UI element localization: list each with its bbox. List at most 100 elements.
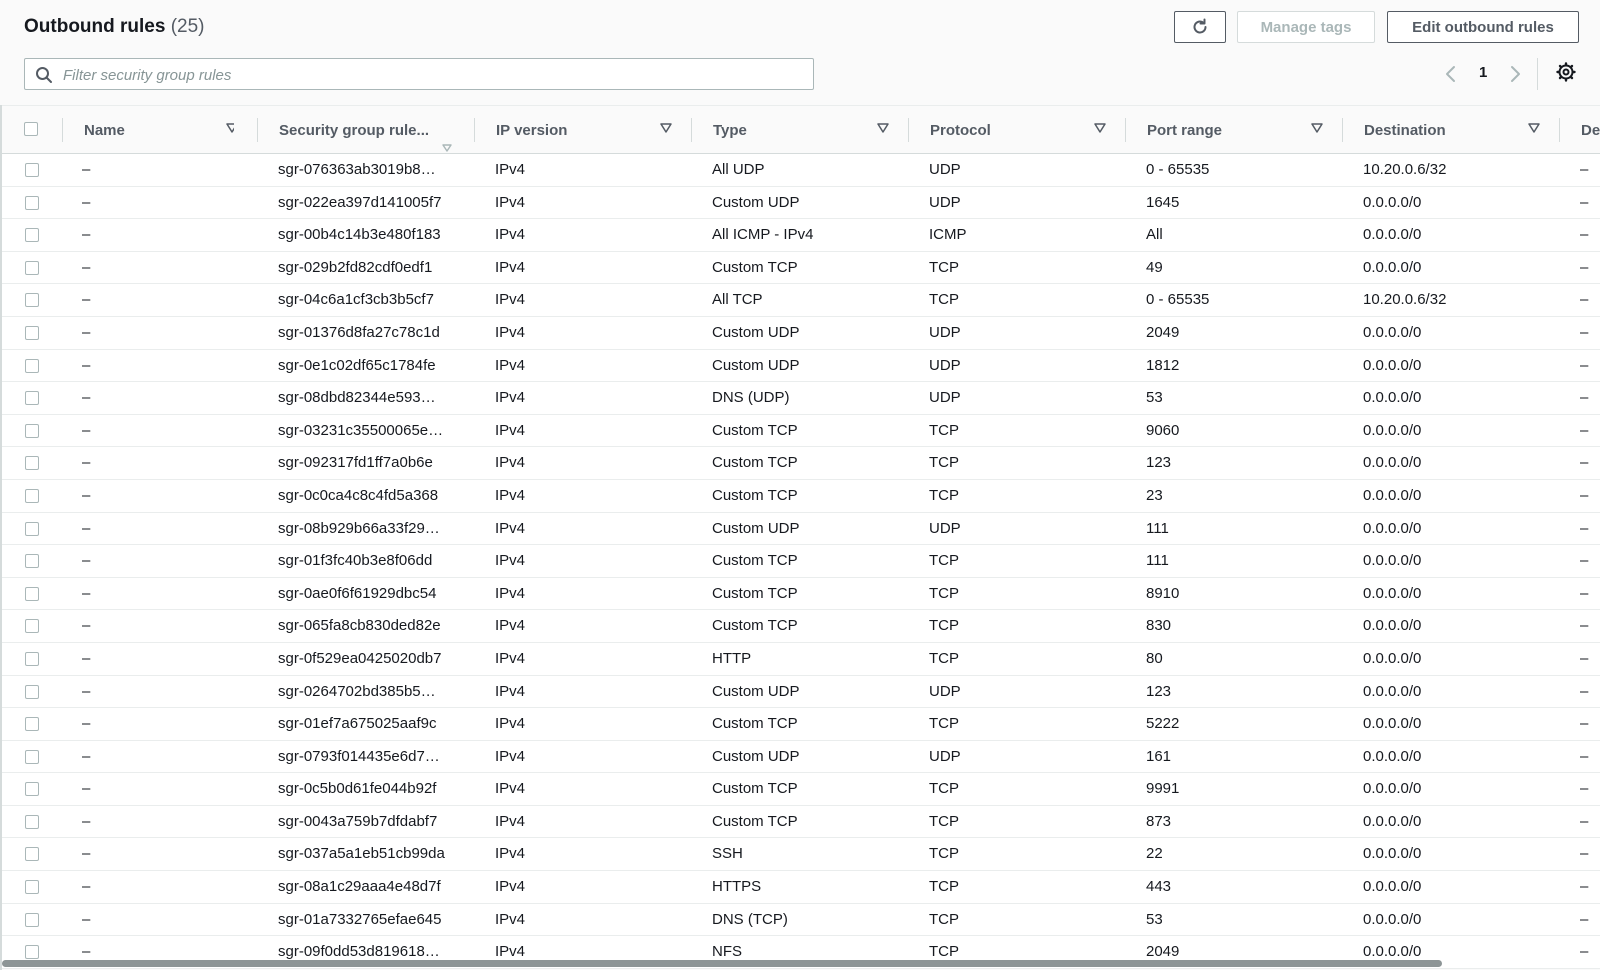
column-header-ip-version[interactable]: IP version <box>496 106 681 154</box>
table-row[interactable]: – sgr-029b2fd82cdf0edf1 IPv4 Custom TCP TCP 4… <box>2 251 1600 285</box>
table-row[interactable]: – sgr-08dbd82344e593… IPv4 DNS (UDP) UDP 53 0.… <box>2 382 1600 415</box>
row-checkbox[interactable] <box>25 358 39 373</box>
table-row[interactable]: – sgr-04c6a1cf3cb3b5cf7 IPv4 All TCP TCP 0 - … <box>2 284 1600 317</box>
row-checkbox[interactable] <box>25 945 39 960</box>
row-checkbox[interactable] <box>25 554 39 569</box>
row-checkbox[interactable] <box>25 325 39 340</box>
cell-name: – <box>82 421 91 439</box>
table-row[interactable]: – sgr-08a1c29aaa4e48d7f IPv4 HTTPS TCP 443 0.0… <box>2 871 1600 904</box>
row-checkbox[interactable] <box>25 880 39 895</box>
cell-description: – <box>1580 747 1589 765</box>
cell-type: Custom TCP <box>712 584 798 602</box>
table-row[interactable]: – sgr-0f529ea0425020db7 IPv4 HTTP TCP 80 0.0.0… <box>2 642 1600 676</box>
column-label: Security group rule... <box>279 121 430 139</box>
row-checkbox[interactable] <box>25 521 39 536</box>
cell-description: – <box>1580 454 1589 472</box>
row-checkbox[interactable] <box>25 651 39 666</box>
cell-protocol: TCP <box>929 812 959 830</box>
column-header-type[interactable]: Type <box>713 106 898 154</box>
caret-down-icon <box>660 123 672 133</box>
cell-ip-version: IPv4 <box>495 193 526 211</box>
cell-name: – <box>82 617 91 635</box>
column-header-rule-id[interactable]: Security group rule... <box>279 106 469 154</box>
row-checkbox[interactable] <box>25 228 39 243</box>
cell-type: All UDP <box>712 161 765 178</box>
row-checkbox[interactable] <box>25 619 39 634</box>
row-checkbox[interactable] <box>25 749 39 764</box>
table-row[interactable]: – sgr-08b929b66a33f29… IPv4 Custom UDP UDP 11… <box>2 512 1600 546</box>
row-checkbox[interactable] <box>25 195 39 210</box>
cell-description: – <box>1580 649 1589 667</box>
horizontal-scrollbar[interactable] <box>2 960 1442 967</box>
cell-type: HTTP <box>712 649 752 667</box>
cell-protocol: TCP <box>929 910 959 928</box>
cell-rule-id: sgr-0c5b0d61fe044b92f <box>278 780 437 798</box>
table-row[interactable]: – sgr-0e1c02df65c1784fe IPv4 Custom UDP UDP 1… <box>2 349 1600 383</box>
cell-port-range: 53 <box>1146 910 1163 928</box>
cell-destination: 0.0.0.0/0 <box>1363 910 1422 928</box>
chevron-right-icon[interactable] <box>1508 65 1522 83</box>
table-row[interactable]: – sgr-0043a759b7dfdabf7 IPv4 Custom TCP TCP 8… <box>2 805 1600 839</box>
cell-destination: 0.0.0.0/0 <box>1363 356 1422 374</box>
row-checkbox[interactable] <box>25 423 39 438</box>
cell-destination: 0.0.0.0/0 <box>1363 747 1422 765</box>
cell-type: Custom UDP <box>712 323 800 341</box>
table-row[interactable]: – sgr-01ef7a675025aaf9c IPv4 Custom TCP TCP 5… <box>2 708 1600 741</box>
table-row[interactable]: – sgr-0c0ca4c8c4fd5a368 IPv4 Custom TCP TCP 2… <box>2 479 1600 513</box>
row-checkbox[interactable] <box>25 163 39 177</box>
table-row[interactable]: – sgr-037a5a1eb51cb99da IPv4 SSH TCP 22 0.0.0.… <box>2 838 1600 872</box>
row-checkbox[interactable] <box>25 260 39 275</box>
current-page[interactable]: 1 <box>1479 64 1487 81</box>
table-row[interactable]: – sgr-03231c35500065e… IPv4 Custom TCP TCP 90… <box>2 414 1600 448</box>
gear-icon[interactable] <box>1556 62 1576 82</box>
column-header-protocol[interactable]: Protocol <box>930 106 1115 154</box>
manage-tags-button[interactable]: Manage tags <box>1237 11 1375 43</box>
table-row[interactable]: – sgr-0264702bd385b5… IPv4 Custom UDP UDP 123… <box>2 675 1600 709</box>
table-row[interactable]: – sgr-0ae0f6f61929dbc54 IPv4 Custom TCP TCP 8… <box>2 577 1600 611</box>
edit-outbound-rules-button[interactable]: Edit outbound rules <box>1387 11 1579 43</box>
row-checkbox[interactable] <box>25 456 39 471</box>
filter-input[interactable] <box>61 63 805 87</box>
column-header-port-range[interactable]: Port range <box>1147 106 1332 154</box>
table-row[interactable]: – sgr-01a7332765efae645 IPv4 DNS (TCP) TCP 53… <box>2 903 1600 937</box>
cell-rule-id: sgr-065fa8cb830ded82e <box>278 617 441 635</box>
row-checkbox[interactable] <box>25 586 39 601</box>
chevron-left-icon[interactable] <box>1444 65 1458 83</box>
row-checkbox[interactable] <box>25 782 39 797</box>
table-row[interactable]: – sgr-00b4c14b3e480f183 IPv4 All ICMP - IPv… <box>2 219 1600 252</box>
row-checkbox[interactable] <box>25 488 39 503</box>
row-checkbox[interactable] <box>25 912 39 927</box>
column-header-name[interactable]: Name <box>84 106 234 154</box>
cell-port-range: 9060 <box>1146 421 1180 439</box>
cell-destination: 0.0.0.0/0 <box>1363 812 1422 830</box>
cell-ip-version: IPv4 <box>495 715 526 733</box>
table-row[interactable]: – sgr-022ea397d141005f7 IPv4 Custom UDP UDP 1… <box>2 186 1600 220</box>
table-row[interactable]: – sgr-01f3fc40b3e8f06dd IPv4 Custom TCP TCP 1… <box>2 545 1600 578</box>
column-header-destination[interactable]: Destination <box>1364 106 1549 154</box>
table-row[interactable]: – sgr-092317fd1ff7a0b6e IPv4 Custom TCP TCP 1… <box>2 447 1600 480</box>
pager-divider <box>1537 58 1538 90</box>
row-checkbox[interactable] <box>25 847 39 862</box>
cell-port-range: 1812 <box>1146 356 1180 374</box>
column-header-description[interactable]: De <box>1581 106 1600 154</box>
row-checkbox[interactable] <box>25 684 39 699</box>
table-row[interactable]: – sgr-0c5b0d61fe044b92f IPv4 Custom TCP TCP 9… <box>2 773 1600 806</box>
cell-protocol: UDP <box>929 682 961 700</box>
select-all-checkbox[interactable] <box>24 122 38 136</box>
row-checkbox[interactable] <box>25 293 39 308</box>
cell-name: – <box>82 878 91 896</box>
cell-type: Custom UDP <box>712 682 800 700</box>
cell-destination: 0.0.0.0/0 <box>1363 226 1422 244</box>
cell-protocol: TCP <box>929 486 959 504</box>
row-checkbox[interactable] <box>25 391 39 406</box>
cell-rule-id: sgr-0793f014435e6d7… <box>278 747 440 765</box>
row-checkbox[interactable] <box>25 717 39 732</box>
table-row[interactable]: – sgr-01376d8fa27c78c1d IPv4 Custom UDP UDP 2… <box>2 316 1600 350</box>
row-checkbox[interactable] <box>25 814 39 829</box>
table-row[interactable]: – sgr-0793f014435e6d7… IPv4 Custom UDP UDP 16… <box>2 740 1600 774</box>
refresh-button[interactable] <box>1174 11 1226 43</box>
cell-name: – <box>82 519 91 537</box>
table-row[interactable]: – sgr-076363ab3019b8… IPv4 All UDP UDP 0 - 65… <box>2 154 1600 187</box>
table-row[interactable]: – sgr-065fa8cb830ded82e IPv4 Custom TCP TCP 8… <box>2 610 1600 643</box>
cell-protocol: UDP <box>929 161 961 178</box>
